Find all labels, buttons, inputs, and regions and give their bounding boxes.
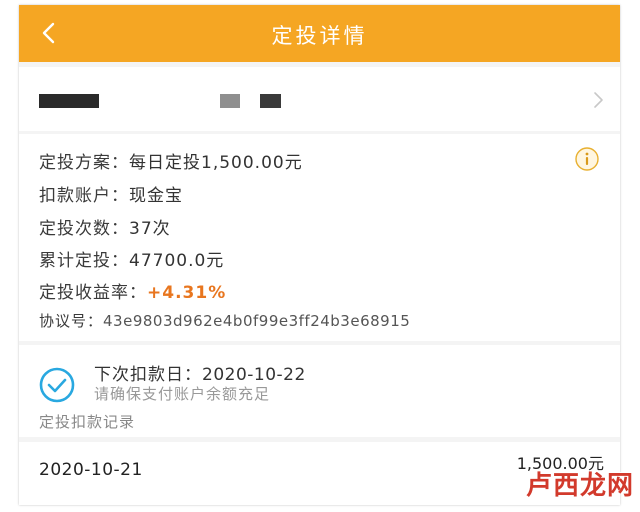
debit-account-label: 扣款账户： (39, 186, 129, 206)
count-row: 定投次数：37次 (39, 214, 171, 239)
plan-details-card: 定投方案：每日定投1,500.00元 扣款账户：现金宝 定投次数：37次 累计定… (19, 134, 620, 341)
redacted-block (260, 94, 281, 108)
next-debit-label: 下次扣款日： (94, 365, 202, 385)
redacted-block (220, 94, 240, 108)
yield-value: +4.31% (147, 283, 227, 303)
chevron-right-icon[interactable] (592, 91, 604, 109)
fund-account-row[interactable] (19, 67, 620, 131)
count-value: 37次 (129, 219, 171, 239)
protocol-row: 协议号：43e9803d962e4b0f99e3ff24b3e68915 (39, 310, 410, 331)
redacted-fund-name (39, 94, 99, 108)
count-label: 定投次数： (39, 219, 129, 239)
plan-row: 定投方案：每日定投1,500.00元 (39, 148, 303, 173)
yield-row: 定投收益率：+4.31% (39, 278, 226, 303)
plan-label: 定投方案： (39, 153, 129, 173)
next-debit-note: 请确保支付账户余额充足 (94, 385, 271, 403)
plan-value: 每日定投1,500.00元 (129, 153, 303, 173)
page-title: 定投详情 (271, 24, 368, 48)
app-frame: 定投详情 定投方案：每日定投1,500.00元 扣款账户：现金宝 定投次数：37… (19, 5, 620, 505)
site-watermark: 卢西龙网 (525, 471, 634, 501)
total-label: 累计定投： (39, 251, 129, 271)
debit-account-row: 扣款账户：现金宝 (39, 181, 183, 206)
next-debit-title: 下次扣款日：2020-10-22 (94, 360, 306, 385)
protocol-label: 协议号： (39, 312, 104, 330)
total-row: 累计定投：47700.0元 (39, 246, 224, 271)
next-debit-card: 下次扣款日：2020-10-22 请确保支付账户余额充足 定投扣款记录 (19, 345, 620, 437)
next-debit-date: 2020-10-22 (202, 365, 306, 385)
records-section-label: 定投扣款记录 (39, 413, 136, 431)
info-icon[interactable] (574, 146, 600, 172)
record-date: 2020-10-21 (39, 460, 143, 480)
total-value: 47700.0元 (129, 251, 225, 271)
top-nav-bar: 定投详情 (19, 5, 620, 62)
check-circle-icon (39, 367, 75, 403)
debit-account-value: 现金宝 (129, 186, 183, 206)
yield-label: 定投收益率： (39, 283, 147, 303)
protocol-value: 43e9803d962e4b0f99e3ff24b3e68915 (103, 312, 411, 330)
